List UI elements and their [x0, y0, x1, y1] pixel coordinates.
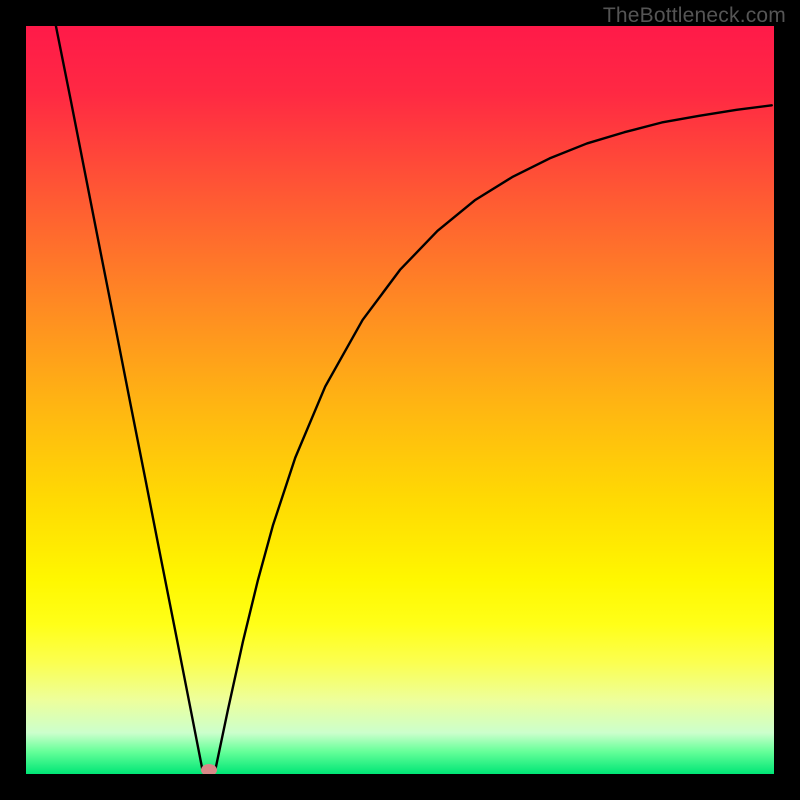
watermark-text: TheBottleneck.com — [603, 4, 786, 28]
optimum-marker — [201, 764, 217, 774]
bottleneck-curve — [26, 26, 774, 774]
chart-frame: TheBottleneck.com — [0, 0, 800, 800]
plot-area — [26, 26, 774, 774]
